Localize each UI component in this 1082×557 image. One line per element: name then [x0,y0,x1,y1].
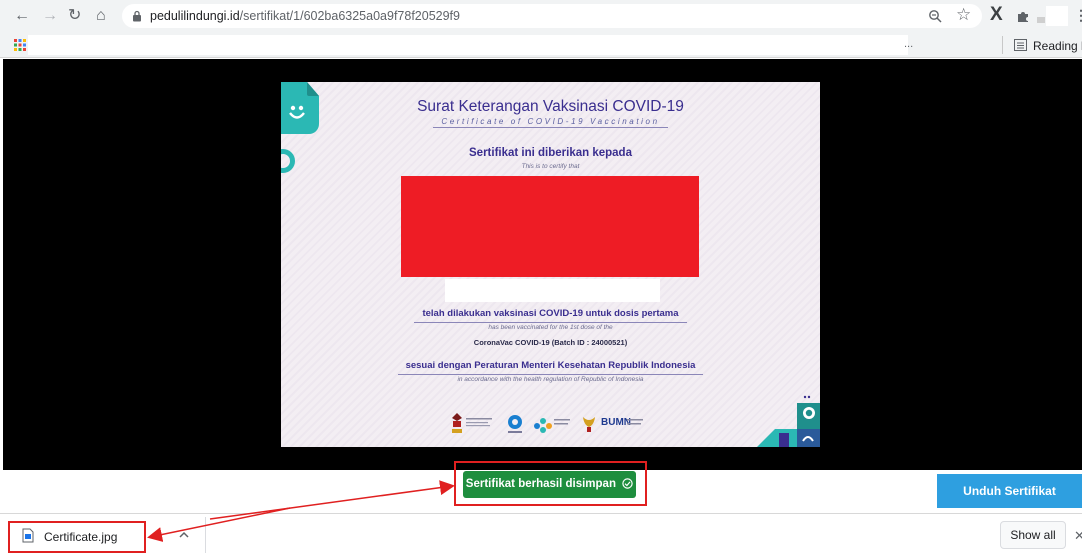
annotation-arrows [147,480,455,542]
annotation-arrow-to-toast [209,480,455,520]
annotation-arrow-to-file [147,507,291,542]
